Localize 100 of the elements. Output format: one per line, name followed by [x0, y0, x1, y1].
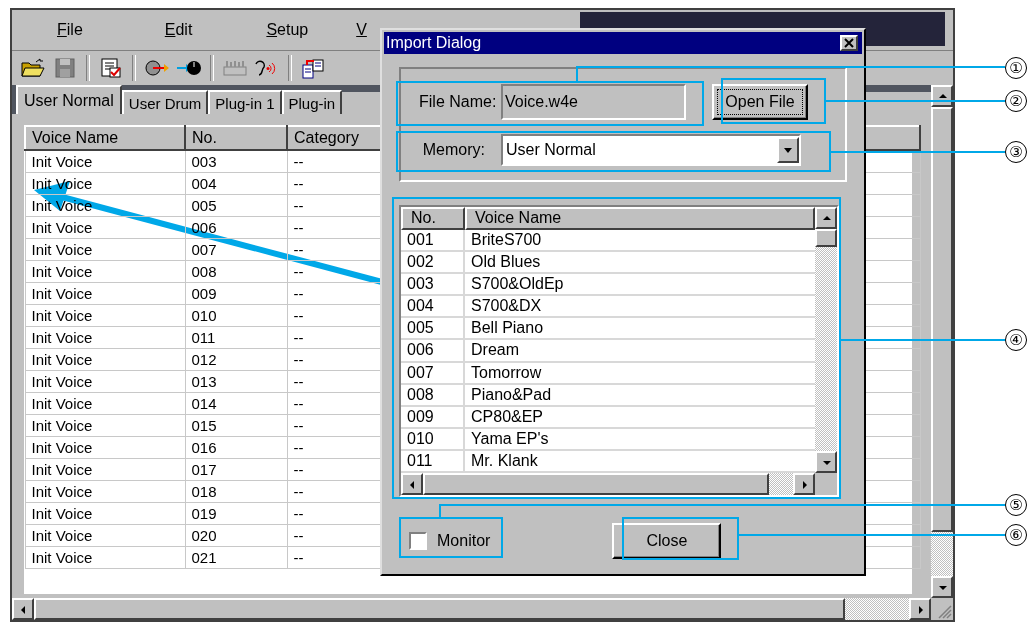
voice-name: Bell Piano — [470, 318, 544, 339]
scroll-thumb[interactable] — [423, 473, 769, 495]
voice-name: Piano&Pad — [470, 384, 552, 405]
table-cell: Init Voice — [25, 546, 185, 569]
table-cell: Init Voice — [25, 216, 185, 239]
list-row[interactable]: 009 CP80&EP — [401, 406, 815, 429]
voice-number: 010 — [401, 428, 465, 449]
table-cell: Init Voice — [25, 326, 185, 349]
scroll-left-button[interactable] — [12, 598, 34, 620]
scroll-left-button[interactable] — [401, 473, 423, 495]
list-row[interactable]: 001 BriteS700 — [401, 229, 815, 253]
table-cell: Init Voice — [25, 392, 185, 415]
table-cell: Init Voice — [25, 172, 185, 195]
voice-name: Dream — [470, 340, 519, 361]
dropdown-arrow-icon — [784, 147, 792, 153]
scroll-thumb[interactable] — [815, 229, 837, 247]
tab[interactable]: User Drum — [121, 90, 209, 114]
voice-name: BriteS700 — [470, 230, 542, 250]
table-cell: Init Voice — [25, 524, 185, 547]
checklist-icon[interactable] — [98, 57, 124, 79]
close-button[interactable]: Close — [612, 523, 722, 559]
list-row[interactable]: 006 Dream — [401, 340, 815, 363]
table-cell: Init Voice — [25, 150, 185, 173]
voice-number: 001 — [401, 229, 465, 251]
scroll-up-button[interactable] — [815, 207, 837, 229]
table-cell: 003 — [185, 150, 287, 173]
table-cell: 011 — [185, 326, 287, 349]
menu-item[interactable]: Setup — [266, 21, 309, 39]
open-folder-icon[interactable] — [20, 57, 46, 79]
field-label: Memory: — [421, 141, 486, 159]
table-cell: Init Voice — [25, 260, 185, 283]
scroll-down-button[interactable] — [815, 451, 837, 473]
callout-number: ⑤ — [1005, 494, 1027, 516]
voice-number: 004 — [401, 296, 465, 317]
list-row[interactable]: 005 Bell Piano — [401, 318, 815, 341]
open-file-button[interactable]: Open File — [712, 84, 808, 120]
table-cell: 020 — [185, 524, 287, 547]
voice-name: Yama EP's — [470, 428, 549, 449]
table-cell: 017 — [185, 458, 287, 481]
list-row[interactable]: 004 S700&DX — [401, 296, 815, 319]
table-cell: Init Voice — [25, 238, 185, 261]
callout-number: ⑥ — [1005, 524, 1027, 546]
voice-number: 005 — [401, 318, 465, 339]
table-cell: Init Voice — [25, 436, 185, 459]
list-row[interactable]: 008 Piano&Pad — [401, 384, 815, 407]
column-header[interactable]: Voice Name — [25, 126, 185, 150]
scroll-thumb[interactable] — [34, 598, 845, 620]
scroll-right-button[interactable] — [793, 473, 815, 495]
callout-number: ② — [1005, 90, 1027, 112]
scroll-down-button[interactable] — [931, 576, 953, 598]
voice-name: CP80&EP — [470, 406, 544, 427]
table-cell: 007 — [185, 238, 287, 261]
list-row[interactable]: 010 Yama EP's — [401, 428, 815, 451]
voice-name: S700&OldEp — [470, 274, 564, 295]
voice-name: S700&DX — [470, 296, 542, 317]
import-document-icon[interactable] — [300, 57, 326, 79]
tab[interactable]: Plug-in — [281, 90, 343, 114]
tab[interactable]: User Normal — [16, 85, 122, 114]
menu-item[interactable]: V — [356, 21, 367, 39]
table-cell: 015 — [185, 414, 287, 437]
column-header[interactable]: No. — [185, 126, 287, 150]
menu-item[interactable]: File — [57, 21, 83, 39]
voice-number: 006 — [401, 340, 465, 361]
table-cell: 010 — [185, 304, 287, 327]
table-cell: Init Voice — [25, 304, 185, 327]
voice-number: 007 — [401, 362, 465, 383]
voice-number: 002 — [401, 252, 465, 273]
table-cell: 018 — [185, 480, 287, 503]
voice-number: 011 — [401, 450, 465, 471]
table-cell: 004 — [185, 172, 287, 195]
table-cell: Init Voice — [25, 414, 185, 437]
voice-name: Old Blues — [470, 252, 541, 273]
scroll-thumb[interactable] — [931, 107, 953, 532]
list-row[interactable]: 007 Tomorrow — [401, 362, 815, 385]
voice-number: 003 — [401, 274, 465, 295]
dial-arrow-out-icon[interactable] — [144, 57, 170, 79]
callout-number: ④ — [1005, 329, 1027, 351]
scroll-up-button[interactable] — [931, 85, 953, 107]
table-cell: 019 — [185, 502, 287, 525]
table-cell: Init Voice — [25, 282, 185, 305]
menu-item[interactable]: Edit — [164, 21, 193, 39]
table-cell: Init Voice — [25, 458, 185, 481]
memory-dropdown[interactable]: User Normal — [501, 134, 801, 166]
scroll-right-button[interactable] — [909, 598, 931, 620]
column-header[interactable]: No. — [401, 207, 465, 230]
table-cell: Init Voice — [25, 480, 185, 503]
callout-number: ③ — [1005, 141, 1027, 163]
table-cell: 021 — [185, 546, 287, 569]
list-row[interactable]: 003 S700&OldEp — [401, 274, 815, 297]
list-row[interactable]: 002 Old Blues — [401, 252, 815, 275]
table-cell: 016 — [185, 436, 287, 459]
table-cell: 012 — [185, 348, 287, 371]
table-cell: Init Voice — [25, 370, 185, 393]
tab[interactable]: Plug-in 1 — [208, 90, 282, 114]
column-header[interactable]: Voice Name — [465, 207, 815, 230]
file-name-field[interactable]: Voice.w4e — [501, 84, 686, 120]
callout-number: ① — [1005, 57, 1027, 79]
voice-name: Tomorrow — [470, 362, 542, 383]
close-icon[interactable] — [840, 35, 858, 51]
monitor-checkbox[interactable] — [409, 532, 427, 550]
